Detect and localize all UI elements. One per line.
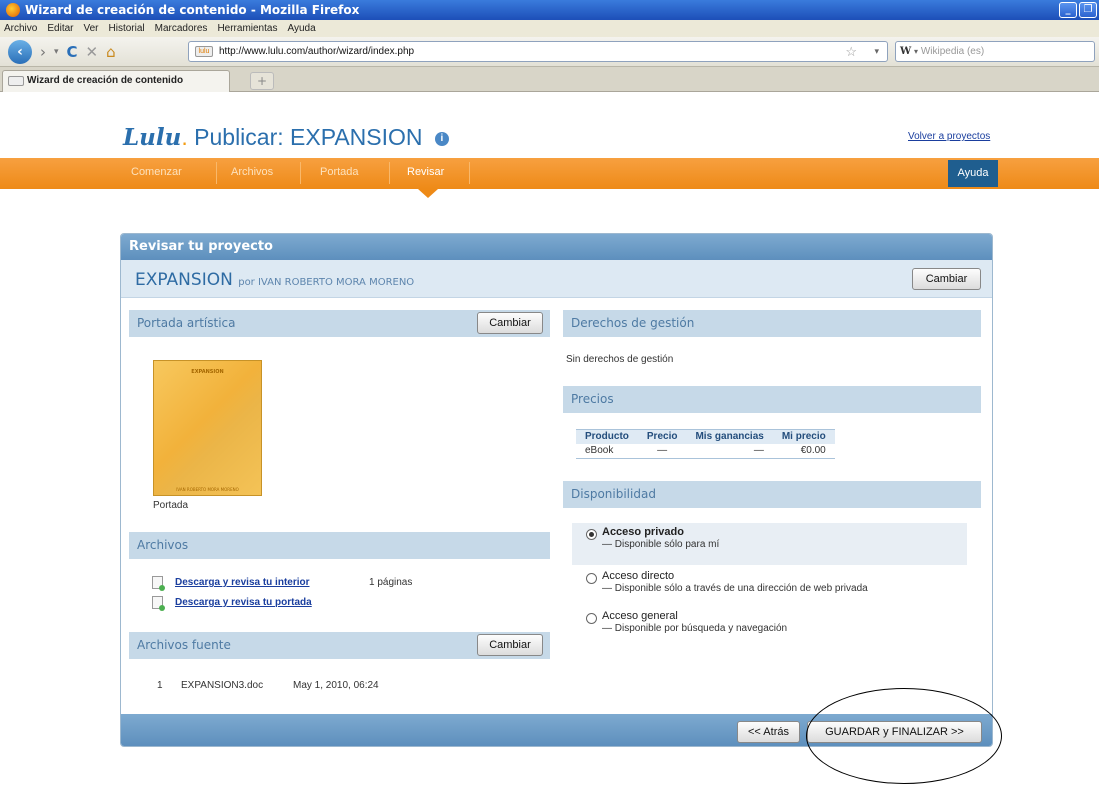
active-nav-indicator — [418, 189, 438, 198]
source-file-date: May 1, 2010, 06:24 — [293, 680, 379, 691]
project-name: EXPANSION — [135, 270, 233, 290]
files-section-title: Archivos — [129, 532, 550, 559]
project-heading: EXPANSION por IVAN ROBERTO MORA MORENO — [135, 270, 414, 290]
rights-section-title: Derechos de gestión — [563, 310, 981, 337]
col-precio: Precio — [637, 429, 687, 444]
nav-archivos[interactable]: Archivos — [231, 166, 273, 178]
radio-description: — Disponible sólo para mí — [602, 539, 720, 550]
back-button[interactable]: << Atrás — [737, 721, 800, 743]
download-interior-link[interactable]: Descarga y revisa tu interior — [175, 577, 310, 588]
search-bar[interactable]: W ▾ Wikipedia (es) — [895, 41, 1095, 62]
radio-label: Acceso general — [602, 610, 678, 622]
page-title: Lulu. Publicar: EXPANSION i — [123, 124, 449, 151]
window-title: Wizard de creación de contenido - Mozill… — [25, 3, 360, 17]
site-favicon-icon: lulu — [195, 46, 213, 57]
firefox-icon — [6, 3, 20, 17]
radio-label: Acceso privado — [602, 526, 684, 538]
source-file-num: 1 — [157, 680, 163, 691]
menu-herramientas[interactable]: Herramientas — [217, 23, 277, 34]
nav-comenzar[interactable]: Comenzar — [131, 166, 182, 178]
radio-label: Acceso directo — [602, 570, 675, 582]
cover-caption: Portada — [153, 500, 189, 511]
radio-icon[interactable] — [586, 573, 597, 584]
change-source-button[interactable]: Cambiar — [477, 634, 543, 656]
new-tab-button[interactable]: + — [250, 72, 274, 90]
history-dropdown-icon[interactable]: ▾ — [54, 47, 59, 57]
lulu-logo[interactable]: Lulu — [123, 124, 181, 151]
document-icon — [152, 596, 165, 611]
address-bar[interactable]: lulu http://www.lulu.com/author/wizard/i… — [188, 41, 888, 62]
menu-marcadores[interactable]: Marcadores — [155, 23, 208, 34]
back-to-projects-link[interactable]: Volver a proyectos — [908, 131, 990, 142]
menu-bar: Archivo Editar Ver Historial Marcadores … — [0, 20, 1099, 37]
prices-table: Producto Precio Mis ganancias Mi precio … — [576, 429, 835, 459]
interior-pages: 1 páginas — [369, 577, 413, 588]
availability-section-title: Disponibilidad — [563, 481, 981, 508]
help-button[interactable]: Ayuda — [948, 160, 998, 187]
radio-description: — Disponible por búsqueda y navegación — [602, 623, 788, 634]
bookmark-star-icon[interactable]: ☆ — [845, 42, 857, 61]
cell-ganancias: — — [686, 444, 773, 459]
change-project-button[interactable]: Cambiar — [912, 268, 981, 290]
radio-general-access[interactable]: Acceso general — Disponible por búsqueda… — [572, 607, 967, 649]
menu-archivo[interactable]: Archivo — [4, 23, 37, 34]
radio-icon[interactable] — [586, 529, 597, 540]
review-panel-title: Revisar tu proyecto — [121, 234, 992, 260]
nav-portada[interactable]: Portada — [320, 166, 359, 178]
tab-title: Wizard de creación de contenido — [27, 75, 184, 86]
forward-arrow-icon[interactable]: › — [40, 43, 46, 61]
url-dropdown-icon[interactable]: ▾ — [874, 42, 879, 61]
col-ganancias: Mis ganancias — [686, 429, 773, 444]
cover-thumb-author: IVAN ROBERTO MORA MORENO — [176, 487, 239, 492]
info-icon[interactable]: i — [434, 131, 449, 146]
rights-text: Sin derechos de gestión — [566, 354, 674, 365]
wikipedia-icon[interactable]: W — [900, 46, 911, 57]
nav-revisar[interactable]: Revisar — [407, 166, 444, 178]
search-placeholder: Wikipedia (es) — [920, 46, 985, 57]
prices-section-title: Precios — [563, 386, 981, 413]
source-file-name: EXPANSION3.doc — [181, 680, 264, 691]
cover-thumbnail: EXPANSION IVAN ROBERTO MORA MORENO — [153, 360, 262, 496]
minimize-button[interactable]: _ — [1059, 2, 1077, 18]
document-icon — [152, 576, 165, 591]
radio-icon[interactable] — [586, 613, 597, 624]
stop-icon[interactable]: ✕ — [86, 43, 99, 61]
menu-ayuda[interactable]: Ayuda — [287, 23, 315, 34]
radio-private-access[interactable]: Acceso privado — Disponible sólo para mí — [572, 523, 967, 565]
radio-description: — Disponible sólo a través de una direcc… — [602, 583, 868, 594]
restore-button[interactable]: ❐ — [1079, 2, 1097, 18]
project-author: por IVAN ROBERTO MORA MORENO — [238, 277, 415, 288]
col-mi-precio: Mi precio — [772, 429, 835, 444]
publish-title: Publicar: EXPANSION — [194, 124, 423, 150]
highlight-ellipse — [806, 688, 1002, 784]
cell-precio: — — [637, 444, 687, 459]
address-url: http://www.lulu.com/author/wizard/index.… — [219, 46, 415, 57]
tab-favicon-icon — [8, 76, 24, 86]
tab-wizard[interactable]: Wizard de creación de contenido — [2, 70, 230, 92]
menu-editar[interactable]: Editar — [47, 23, 73, 34]
cell-mi-precio: €0.00 — [772, 444, 835, 459]
menu-ver[interactable]: Ver — [83, 23, 98, 34]
change-cover-button[interactable]: Cambiar — [477, 312, 543, 334]
radio-direct-access[interactable]: Acceso directo — Disponible sólo a travé… — [572, 567, 967, 609]
navigation-toolbar: ‹ › ▾ C ✕ ⌂ lulu http://www.lulu.com/aut… — [0, 37, 1099, 67]
prices-header-row: Producto Precio Mis ganancias Mi precio — [576, 429, 835, 444]
col-producto: Producto — [576, 429, 638, 444]
menu-historial[interactable]: Historial — [109, 23, 145, 34]
reload-icon[interactable]: C — [67, 43, 78, 61]
home-icon[interactable]: ⌂ — [106, 43, 116, 61]
back-arrow-icon[interactable]: ‹ — [8, 39, 32, 64]
cell-producto: eBook — [576, 444, 638, 459]
cover-thumb-title: EXPANSION — [191, 369, 224, 375]
table-row: eBook — — €0.00 — [576, 444, 835, 459]
download-cover-link[interactable]: Descarga y revisa tu portada — [175, 597, 312, 608]
tab-strip: Wizard de creación de contenido + — [0, 67, 1099, 92]
window-title-bar: Wizard de creación de contenido - Mozill… — [0, 0, 1099, 20]
